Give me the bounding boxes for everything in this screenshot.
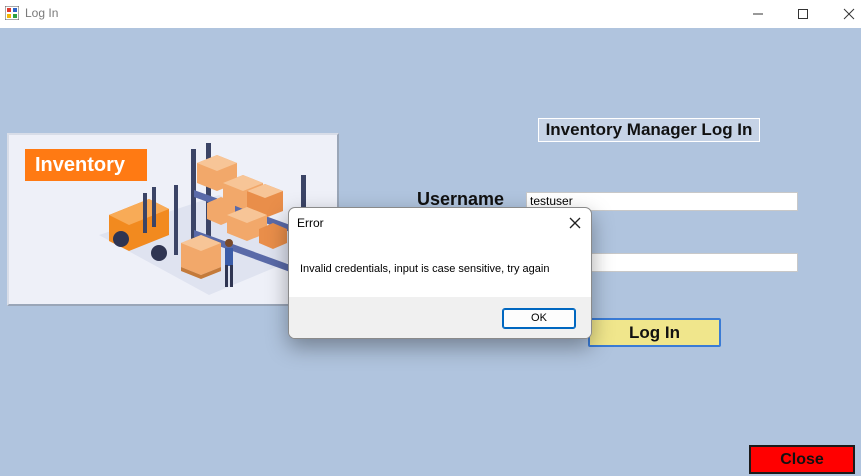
title-bar: Log In — [0, 0, 861, 28]
login-button[interactable]: Log In — [588, 318, 721, 347]
window-close-button[interactable] — [826, 0, 861, 28]
dialog-close-icon[interactable] — [567, 215, 583, 231]
page-title: Inventory Manager Log In — [538, 118, 760, 142]
minimize-button[interactable] — [735, 0, 781, 28]
window-title: Log In — [25, 6, 59, 20]
maximize-button[interactable] — [780, 0, 826, 28]
close-button[interactable]: Close — [749, 445, 855, 474]
inventory-logo-label: Inventory — [25, 149, 147, 181]
ok-button[interactable]: OK — [502, 308, 576, 329]
maximize-icon — [798, 9, 808, 19]
error-dialog: Error Invalid credentials, input is case… — [288, 207, 592, 339]
close-icon — [843, 8, 855, 20]
app-icon — [5, 6, 19, 20]
dialog-message: Invalid credentials, input is case sensi… — [300, 263, 550, 275]
dialog-title: Error — [297, 216, 324, 230]
minimize-icon — [753, 13, 763, 15]
